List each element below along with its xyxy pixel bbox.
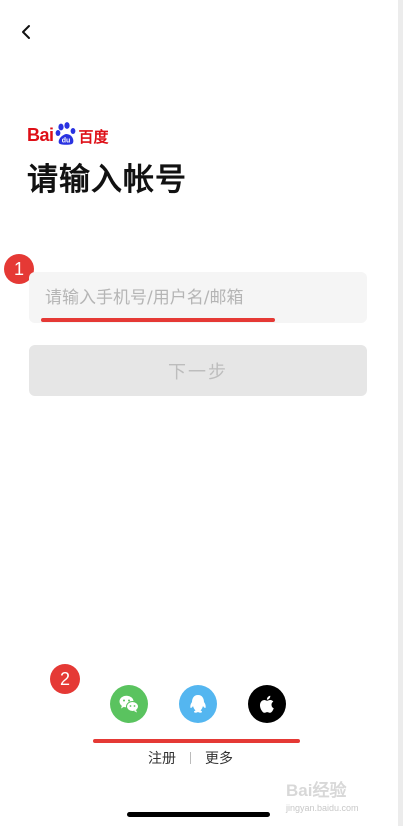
link-divider	[190, 752, 191, 764]
wechat-login-button[interactable]	[110, 685, 148, 723]
annotation-badge-2: 2	[50, 664, 80, 694]
watermark-url: jingyan.baidu.com	[286, 803, 359, 813]
annotation-underline-input	[41, 318, 275, 322]
register-link[interactable]: 注册	[140, 748, 184, 768]
paw-icon: du	[55, 122, 75, 145]
baidu-logo: Bai du 百度	[27, 118, 109, 146]
home-indicator	[127, 812, 270, 817]
more-link[interactable]: 更多	[197, 748, 241, 768]
login-screen: Bai du 百度 请输入帐号 1 下一步 2	[0, 0, 398, 826]
chevron-left-icon	[22, 25, 30, 39]
logo-paw-text: du	[61, 138, 70, 145]
watermark-brand: Bai经验	[286, 781, 347, 800]
apple-login-button[interactable]	[248, 685, 286, 723]
account-input[interactable]	[29, 272, 367, 323]
account-input-container	[29, 272, 367, 323]
qq-icon	[190, 695, 206, 713]
back-button[interactable]	[14, 18, 38, 46]
screen-edge	[398, 0, 403, 826]
logo-latin: Bai	[27, 125, 54, 145]
page-title: 请输入帐号	[27, 162, 187, 198]
wechat-icon	[119, 695, 139, 713]
logo-chinese: 百度	[78, 128, 109, 146]
next-step-button[interactable]: 下一步	[29, 345, 367, 396]
annotation-underline-social	[93, 739, 300, 743]
watermark: Bai经验 jingyan.baidu.com	[286, 776, 381, 816]
qq-login-button[interactable]	[179, 685, 217, 723]
bottom-links: 注册 更多	[140, 748, 241, 768]
apple-icon	[259, 695, 274, 713]
